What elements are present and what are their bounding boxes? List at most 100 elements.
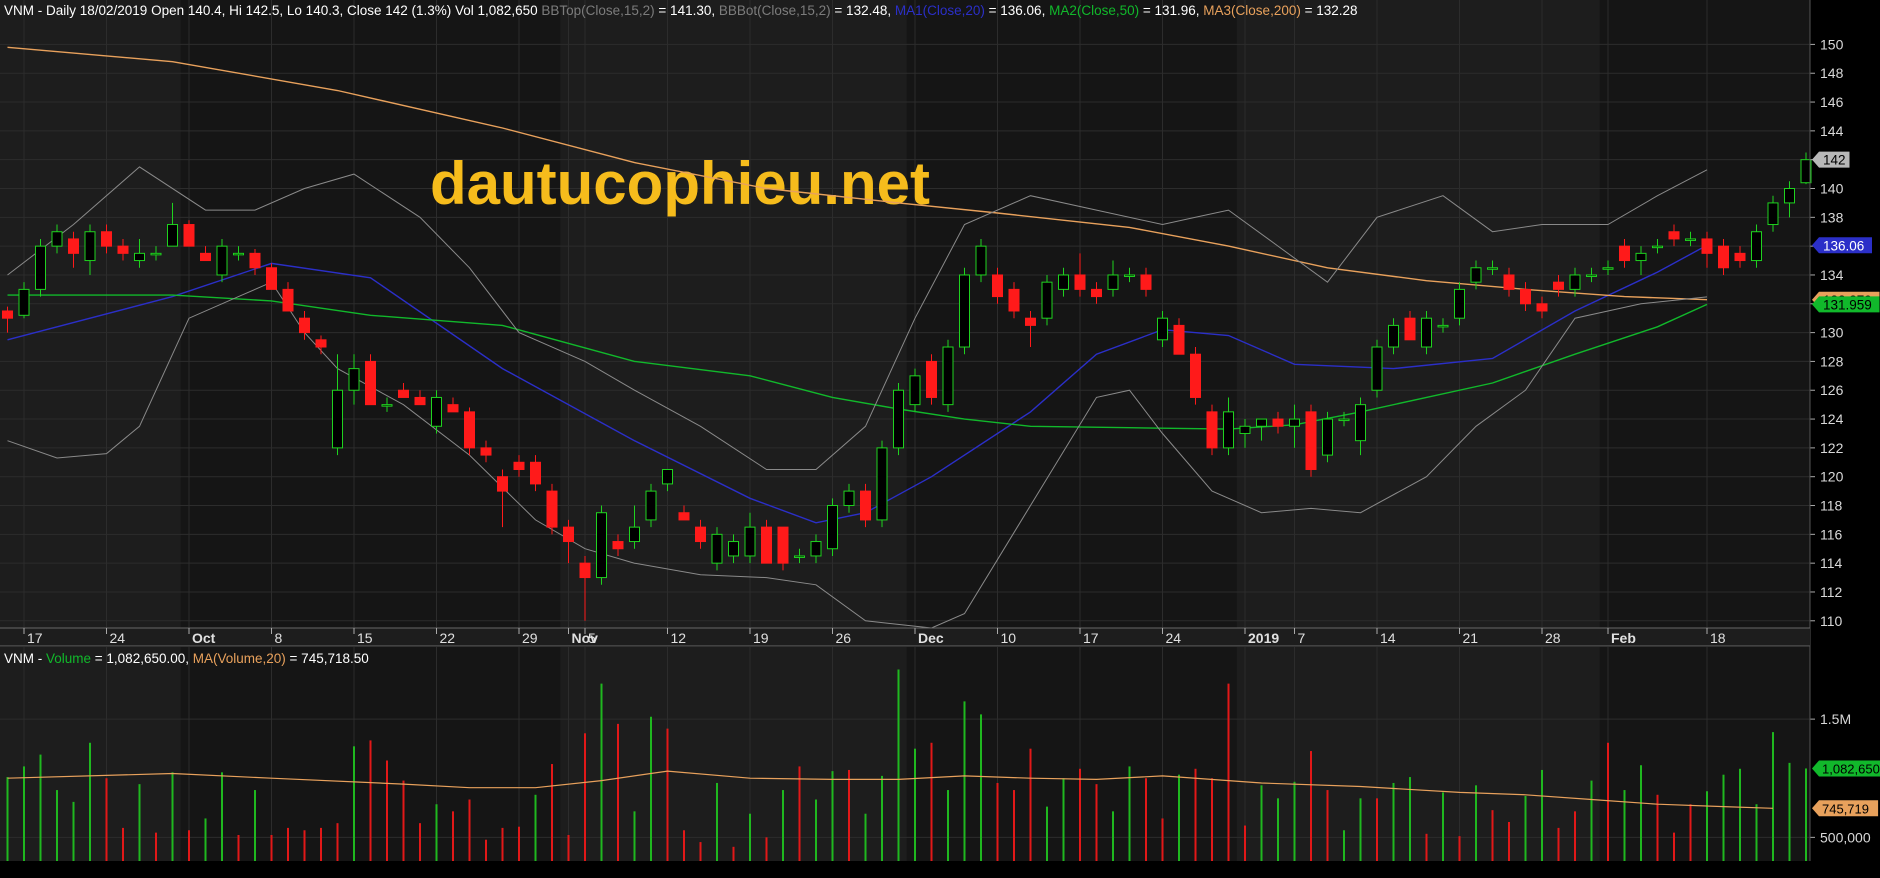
price-tick-label: 114 — [1820, 555, 1843, 571]
candle-down — [1718, 245, 1729, 269]
date-tick-label: 12 — [671, 630, 687, 646]
header-ma3-value: = 132.28 — [1301, 3, 1358, 18]
candle-down — [513, 461, 525, 470]
candle-up — [1058, 274, 1069, 290]
watermark: dautucophieu.net — [430, 150, 930, 217]
candle-down — [1025, 317, 1036, 326]
volume-pane[interactable]: 500,000 1.5M 1,082,650 745,719 VNM - Volum… — [0, 646, 1880, 861]
price-tick-label: 146 — [1820, 94, 1844, 110]
date-tick-label: 5 — [588, 630, 596, 646]
month-band — [180, 0, 561, 628]
candle-up — [18, 288, 30, 316]
price-header: VNM - Daily 18/02/2019 Open 140.4, Hi 14… — [4, 3, 1358, 18]
candle-up — [1685, 238, 1696, 241]
price-tick-label: 140 — [1820, 181, 1844, 197]
candle-down — [1520, 288, 1531, 305]
candle-up — [1652, 245, 1663, 249]
candle-up — [728, 541, 739, 557]
candle-up — [1437, 324, 1449, 328]
candle-down — [1140, 274, 1152, 290]
candle-down — [1619, 245, 1630, 262]
candle-up — [909, 375, 921, 406]
candle-down — [546, 490, 558, 528]
candle-up — [35, 245, 46, 290]
candle-up — [1289, 418, 1300, 427]
candle-up — [1322, 418, 1333, 456]
candle-up — [1751, 231, 1762, 262]
candle-down — [1668, 231, 1680, 240]
candle-up — [134, 252, 145, 262]
volume-header: VNM - Volume = 1,082,650.00, MA(Volume,2… — [4, 651, 369, 666]
candle-up — [959, 274, 970, 348]
price-tick-label: 110 — [1820, 613, 1843, 629]
candle-up — [876, 447, 888, 521]
vol-header-ma-value: = 745,718.50 — [286, 651, 369, 666]
candle-down — [101, 231, 112, 247]
candle-up — [1635, 252, 1647, 262]
volume-last-label: 1,082,650 — [1822, 761, 1880, 776]
vol-header-ma: MA(Volume,20) — [193, 651, 286, 666]
date-tick-label: Dec — [918, 630, 944, 646]
candle-up — [1355, 404, 1366, 442]
date-tick-label: 29 — [522, 630, 538, 646]
candle-down — [480, 447, 492, 456]
candle-up — [348, 368, 360, 391]
candle-up — [1223, 411, 1234, 449]
candle-down — [1404, 317, 1416, 341]
candle-down — [183, 224, 195, 247]
price-pane[interactable]: dautucophieu.net 11011211411611812012212… — [0, 0, 1880, 646]
price-tick-label: 126 — [1820, 382, 1844, 398]
price-tick-label: 116 — [1820, 526, 1843, 542]
header-bbtop: BBTop(Close,15,2) — [541, 3, 654, 18]
header-ma3: MA3(Close,200) — [1203, 3, 1301, 18]
candle-down — [2, 310, 13, 319]
price-tick-label: 148 — [1820, 65, 1844, 81]
candle-up — [1454, 288, 1465, 319]
vol-header-symbol: VNM — [4, 651, 34, 666]
candle-up — [645, 490, 657, 521]
candle-up — [1388, 324, 1399, 348]
candle-up — [1256, 418, 1267, 427]
candle-down — [447, 404, 459, 413]
candle-down — [530, 461, 541, 485]
stock-chart[interactable]: dautucophieu.net 11011211411611812012212… — [0, 0, 1880, 878]
candle-down — [1305, 411, 1317, 470]
price-tick-label: 122 — [1820, 440, 1844, 456]
candle-down — [777, 526, 789, 564]
candle-down — [398, 389, 409, 398]
candle-down — [992, 274, 1003, 298]
candle-down — [200, 252, 211, 262]
candle-up — [662, 468, 673, 485]
header-info: - Daily 18/02/2019 Open 140.4, Hi 142.5,… — [34, 3, 541, 18]
candle-down — [266, 267, 277, 290]
month-band — [1599, 0, 1810, 628]
price-last-label: 142 — [1823, 153, 1846, 168]
price-tick-label: 144 — [1820, 123, 1844, 139]
date-axis: 17 24 Oct 8 15 22 29 Nov5 12 19 26 Dec 10 17 24 2019 7 14… — [0, 627, 1810, 647]
candle-up — [827, 505, 838, 550]
candle-down — [414, 396, 426, 406]
date-tick-label: 10 — [1001, 630, 1017, 646]
candle-down — [1553, 281, 1564, 290]
price-tick-label: 130 — [1820, 325, 1844, 341]
header-bbbot: BBBot(Close,15,2) — [719, 3, 831, 18]
header-bbbot-value: = 132.48, — [831, 3, 895, 18]
candle-up — [794, 555, 805, 558]
date-tick-label: 26 — [836, 630, 852, 646]
candle-up — [1487, 267, 1498, 270]
candle-up — [431, 396, 442, 427]
volume-tick-label: 1.5M — [1820, 711, 1851, 727]
date-tick-label: 28 — [1545, 630, 1561, 646]
candle-down — [579, 562, 591, 579]
candle-down — [497, 476, 508, 492]
price-tick-label: 120 — [1820, 469, 1844, 485]
price-tick-label: 138 — [1820, 209, 1844, 225]
candle-up — [1784, 188, 1795, 204]
candle-down — [1206, 411, 1218, 449]
candle-down — [1503, 274, 1515, 290]
month-band — [906, 647, 1237, 861]
candle-up — [1239, 425, 1251, 434]
candle-up — [1767, 202, 1779, 226]
price-tick-label: 134 — [1820, 267, 1844, 283]
candle-down — [926, 360, 937, 398]
